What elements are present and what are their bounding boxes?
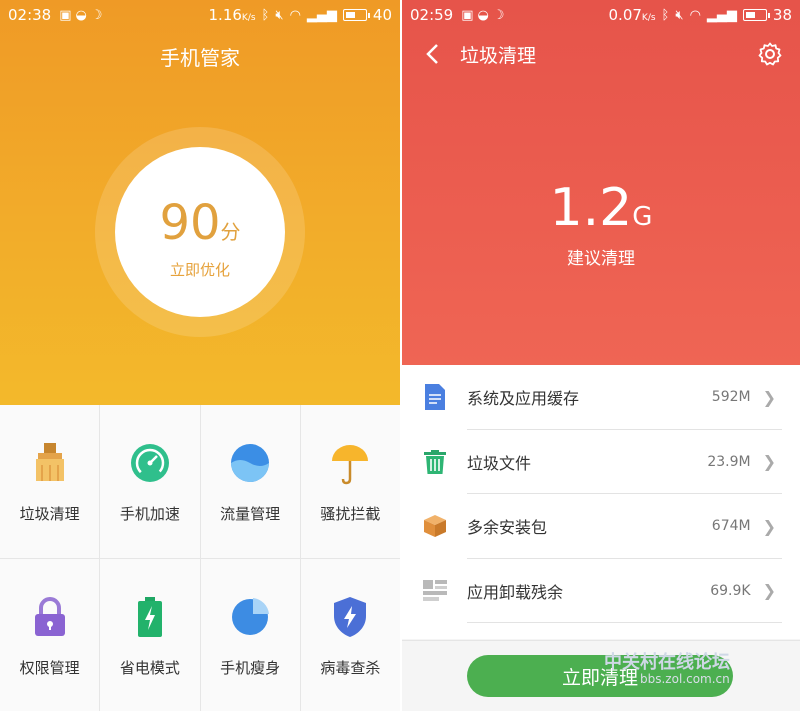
residue-grid-icon <box>402 579 467 602</box>
battery-level: 38 <box>772 6 792 24</box>
page-title: 垃圾清理 <box>460 44 537 67</box>
wifi-icon: ◠ <box>289 7 301 23</box>
water-globe-icon <box>228 441 272 485</box>
trash-icon <box>402 449 467 474</box>
document-icon <box>402 384 467 411</box>
page-title: 手机管家 <box>160 46 240 70</box>
bluetooth-icon: ᛒ <box>661 7 670 23</box>
score-unit: 分 <box>220 220 241 244</box>
watermark-url: bbs.zol.com.cn <box>640 672 730 686</box>
list-item-junk-files[interactable]: 垃圾文件 23.9M ❯ <box>402 430 800 495</box>
tile-data-usage[interactable]: 流量管理 <box>200 405 300 558</box>
tile-harassment-block[interactable]: 骚扰拦截 <box>300 405 400 558</box>
score-header: 02:38 ▣ ◒ ☽ 1.16K/s ᛒ 🔇︎ ◠ ▂▄▆ 40 手机管家 9… <box>0 0 400 405</box>
watermark: 中关村在线论坛 <box>604 652 730 673</box>
tile-power-saving[interactable]: 省电模式 <box>100 559 200 711</box>
status-time: 02:38 <box>8 6 52 24</box>
score-value: 90 <box>159 195 221 251</box>
shield-bolt-icon <box>328 595 372 639</box>
suggest-clean-label: 建议清理 <box>567 249 635 269</box>
battery-level: 40 <box>372 6 392 24</box>
phone-manager-screen: 02:38 ▣ ◒ ☽ 1.16K/s ᛒ 🔇︎ ◠ ▂▄▆ 40 手机管家 9… <box>0 0 400 711</box>
bluetooth-icon: ᛒ <box>261 7 270 23</box>
half-circle-icon: ◒ <box>477 7 489 23</box>
battery-bolt-icon <box>128 595 172 639</box>
list-item-uninstall-residue[interactable]: 应用卸载残余 69.9K ❯ <box>402 559 800 624</box>
tile-junk-clean[interactable]: 垃圾清理 <box>0 405 100 558</box>
gear-icon <box>758 42 782 66</box>
optimize-label: 立即优化 <box>169 261 230 279</box>
junk-clean-screen: 02:59 ▣ ◒ ☽ 0.07K/s ᛒ 🔇︎ ◠ ▂▄▆ 38 垃圾清理 1… <box>402 0 800 711</box>
image-icon: ▣ <box>461 7 474 23</box>
chevron-right-icon: ❯ <box>762 581 776 601</box>
tile-permission-manage[interactable]: 权限管理 <box>0 559 100 711</box>
broom-icon <box>28 441 72 485</box>
chevron-right-icon: ❯ <box>762 516 776 536</box>
status-time: 02:59 <box>410 6 454 24</box>
package-box-icon <box>402 514 467 538</box>
signal-icon: ▂▄▆ <box>706 7 737 23</box>
pie-chart-icon <box>228 595 272 639</box>
settings-button[interactable] <box>756 40 784 68</box>
umbrella-icon <box>328 441 372 485</box>
network-speed: 1.16K/s <box>208 6 256 24</box>
status-bar: 02:38 ▣ ◒ ☽ 1.16K/s ᛒ 🔇︎ ◠ ▂▄▆ 40 <box>0 0 400 30</box>
bottom-bar: 立即清理 <box>402 640 800 711</box>
score-optimize-button[interactable]: 90分 立即优化 <box>115 147 285 317</box>
junk-category-list: 系统及应用缓存 592M ❯ 垃圾文件 23.9M ❯ 多余安装包 674M ❯… <box>402 365 800 639</box>
wifi-icon: ◠ <box>689 7 701 23</box>
junk-size: 1.2G <box>549 178 653 238</box>
signal-icon: ▂▄▆ <box>306 7 337 23</box>
tile-phone-slim[interactable]: 手机瘦身 <box>200 559 300 711</box>
moon-icon: ☽ <box>90 7 103 23</box>
back-button[interactable] <box>412 30 452 78</box>
list-item-cache[interactable]: 系统及应用缓存 592M ❯ <box>402 365 800 430</box>
chevron-left-icon <box>426 44 438 64</box>
half-circle-icon: ◒ <box>75 7 87 23</box>
list-item-packages[interactable]: 多余安装包 674M ❯ <box>402 494 800 559</box>
junk-size-header: 02:59 ▣ ◒ ☽ 0.07K/s ᛒ 🔇︎ ◠ ▂▄▆ 38 垃圾清理 1… <box>402 0 800 365</box>
lock-icon <box>28 595 72 639</box>
mute-icon: 🔇︎ <box>275 7 284 23</box>
mute-icon: 🔇︎ <box>675 7 684 23</box>
speedometer-icon <box>128 441 172 485</box>
battery-icon <box>742 9 770 21</box>
moon-icon: ☽ <box>492 7 505 23</box>
tile-virus-scan[interactable]: 病毒查杀 <box>300 559 400 711</box>
status-bar: 02:59 ▣ ◒ ☽ 0.07K/s ᛒ 🔇︎ ◠ ▂▄▆ 38 <box>402 0 800 30</box>
tile-phone-speedup[interactable]: 手机加速 <box>100 405 200 558</box>
feature-grid: 垃圾清理 手机加速 流量管理 骚扰拦截 权限管理 省电模式 手机瘦身 病毒查杀 <box>0 405 400 711</box>
battery-icon <box>342 9 370 21</box>
network-speed: 0.07K/s <box>608 6 656 24</box>
chevron-right-icon: ❯ <box>762 387 776 407</box>
chevron-right-icon: ❯ <box>762 452 776 472</box>
top-bar: 垃圾清理 <box>402 30 800 78</box>
image-icon: ▣ <box>59 7 72 23</box>
